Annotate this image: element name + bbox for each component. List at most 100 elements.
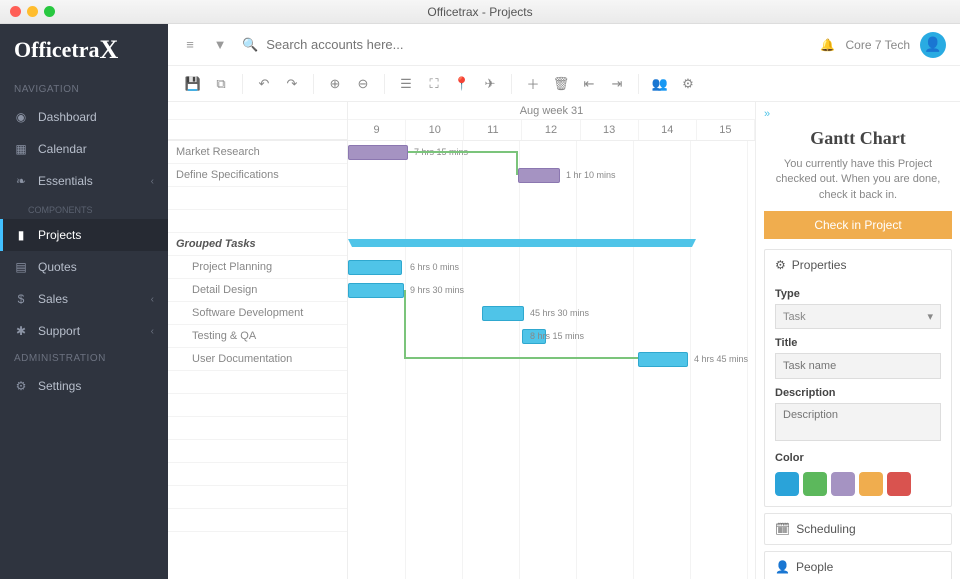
- window-minimize[interactable]: [27, 6, 38, 17]
- search-box[interactable]: 🔍: [242, 37, 806, 53]
- copy-icon[interactable]: ⧉: [210, 73, 232, 95]
- gantt-bar[interactable]: [518, 168, 560, 183]
- task-row[interactable]: Software Development: [168, 302, 347, 325]
- zoom-in-icon[interactable]: ⊕: [324, 73, 346, 95]
- type-select[interactable]: Task ▾: [775, 304, 941, 329]
- sidebar-item-sales[interactable]: $ Sales ‹: [0, 283, 168, 315]
- filter-icon[interactable]: ▼: [212, 37, 228, 52]
- blank-header: [168, 102, 347, 120]
- sidebar-item-support[interactable]: ✱ Support ‹: [0, 315, 168, 347]
- separator: [313, 74, 314, 94]
- task-row[interactable]: [168, 463, 347, 486]
- section-label: People: [796, 560, 833, 574]
- group-icon[interactable]: 👥: [649, 73, 671, 95]
- dependency-link: [408, 151, 518, 175]
- type-label: Type: [775, 280, 941, 304]
- sidebar-item-quotes[interactable]: ▤ Quotes: [0, 251, 168, 283]
- side-panel-message: You currently have this Project checked …: [764, 157, 952, 211]
- day-header: 13: [581, 120, 639, 140]
- send-icon[interactable]: ✈: [479, 73, 501, 95]
- sidebar-item-label: Quotes: [38, 260, 77, 274]
- window-title: Officetrax - Projects: [427, 5, 532, 19]
- task-row[interactable]: [168, 371, 347, 394]
- indent-out-icon[interactable]: ⇤: [578, 73, 600, 95]
- task-row[interactable]: [168, 394, 347, 417]
- sidebar-item-essentials[interactable]: ❧ Essentials ‹: [0, 165, 168, 197]
- task-row[interactable]: [168, 187, 347, 210]
- task-row[interactable]: Grouped Tasks: [168, 233, 347, 256]
- description-input[interactable]: [775, 403, 941, 441]
- sidebar-item-settings[interactable]: ⚙ Settings: [0, 370, 168, 402]
- sidebar-item-projects[interactable]: ▮ Projects: [0, 219, 168, 251]
- separator: [384, 74, 385, 94]
- task-row[interactable]: Testing & QA: [168, 325, 347, 348]
- color-swatch[interactable]: [803, 472, 827, 496]
- bell-icon[interactable]: 🔔: [820, 38, 836, 52]
- group-bar[interactable]: [352, 239, 692, 247]
- window-maximize[interactable]: [44, 6, 55, 17]
- properties-section-header[interactable]: ⚙ Properties: [765, 250, 951, 280]
- color-swatch[interactable]: [775, 472, 799, 496]
- redo-icon[interactable]: ↷: [281, 73, 303, 95]
- day-header: 15: [697, 120, 755, 140]
- calendar-icon: ▦: [14, 142, 28, 156]
- task-row[interactable]: [168, 509, 347, 532]
- save-icon[interactable]: 💾: [182, 73, 204, 95]
- separator: [638, 74, 639, 94]
- tasks-icon: ▮: [14, 228, 28, 242]
- expand-icon[interactable]: ⛶: [423, 73, 445, 95]
- gauge-icon: ◉: [14, 110, 28, 124]
- chevron-left-icon: ‹: [151, 176, 154, 187]
- indent-in-icon[interactable]: ⇥: [606, 73, 628, 95]
- task-row[interactable]: User Documentation: [168, 348, 347, 371]
- sidebar-item-label: Projects: [38, 228, 81, 242]
- list-icon[interactable]: ☰: [395, 73, 417, 95]
- window-close[interactable]: [10, 6, 21, 17]
- sidebar-item-dashboard[interactable]: ◉ Dashboard: [0, 101, 168, 133]
- task-row[interactable]: Market Research: [168, 141, 347, 164]
- separator: [511, 74, 512, 94]
- day-header: 11: [464, 120, 522, 140]
- task-row[interactable]: [168, 440, 347, 463]
- sidebar-item-label: Settings: [38, 379, 81, 393]
- people-section-header[interactable]: 👤 People: [765, 552, 951, 579]
- gear-icon[interactable]: ⚙: [677, 73, 699, 95]
- section-label: Scheduling: [796, 522, 855, 536]
- task-row[interactable]: [168, 210, 347, 233]
- task-row[interactable]: [168, 486, 347, 509]
- avatar[interactable]: 👤: [920, 32, 946, 58]
- chevron-down-icon: ▾: [927, 310, 933, 323]
- trash-icon[interactable]: 🗑: [550, 73, 572, 95]
- color-swatch[interactable]: [859, 472, 883, 496]
- nav-section-navigation: NAVIGATION: [0, 78, 168, 101]
- dependency-link: [404, 290, 638, 359]
- color-swatch[interactable]: [831, 472, 855, 496]
- leaf-icon: ❧: [14, 174, 28, 188]
- title-input[interactable]: [775, 353, 941, 379]
- search-input[interactable]: [266, 37, 486, 52]
- gantt-bar[interactable]: [348, 145, 408, 160]
- gantt-bar[interactable]: [638, 352, 688, 367]
- task-row[interactable]: Detail Design: [168, 279, 347, 302]
- gantt-bar[interactable]: [348, 260, 402, 275]
- task-row[interactable]: Project Planning: [168, 256, 347, 279]
- duration-label: 6 hrs 0 mins: [410, 262, 459, 272]
- gantt-bar[interactable]: [348, 283, 404, 298]
- add-icon[interactable]: ＋: [522, 73, 544, 95]
- sidebar-item-label: Sales: [38, 292, 68, 306]
- color-swatch[interactable]: [887, 472, 911, 496]
- task-row[interactable]: [168, 417, 347, 440]
- scheduling-section-header[interactable]: 🗓 Scheduling: [765, 514, 951, 544]
- day-header: 9: [348, 120, 406, 140]
- menu-icon[interactable]: ≡: [182, 37, 198, 52]
- sidebar-item-calendar[interactable]: ▦ Calendar: [0, 133, 168, 165]
- undo-icon[interactable]: ↶: [253, 73, 275, 95]
- collapse-panel-icon[interactable]: »: [764, 108, 952, 124]
- zoom-out-icon[interactable]: ⊖: [352, 73, 374, 95]
- marker-icon[interactable]: 📍: [451, 73, 473, 95]
- person-icon: 👤: [775, 560, 790, 574]
- nav-section-components: COMPONENTS: [0, 197, 168, 219]
- app-logo: OfficetraX: [0, 24, 168, 78]
- checkin-project-button[interactable]: Check in Project: [764, 211, 952, 239]
- task-row[interactable]: Define Specifications: [168, 164, 347, 187]
